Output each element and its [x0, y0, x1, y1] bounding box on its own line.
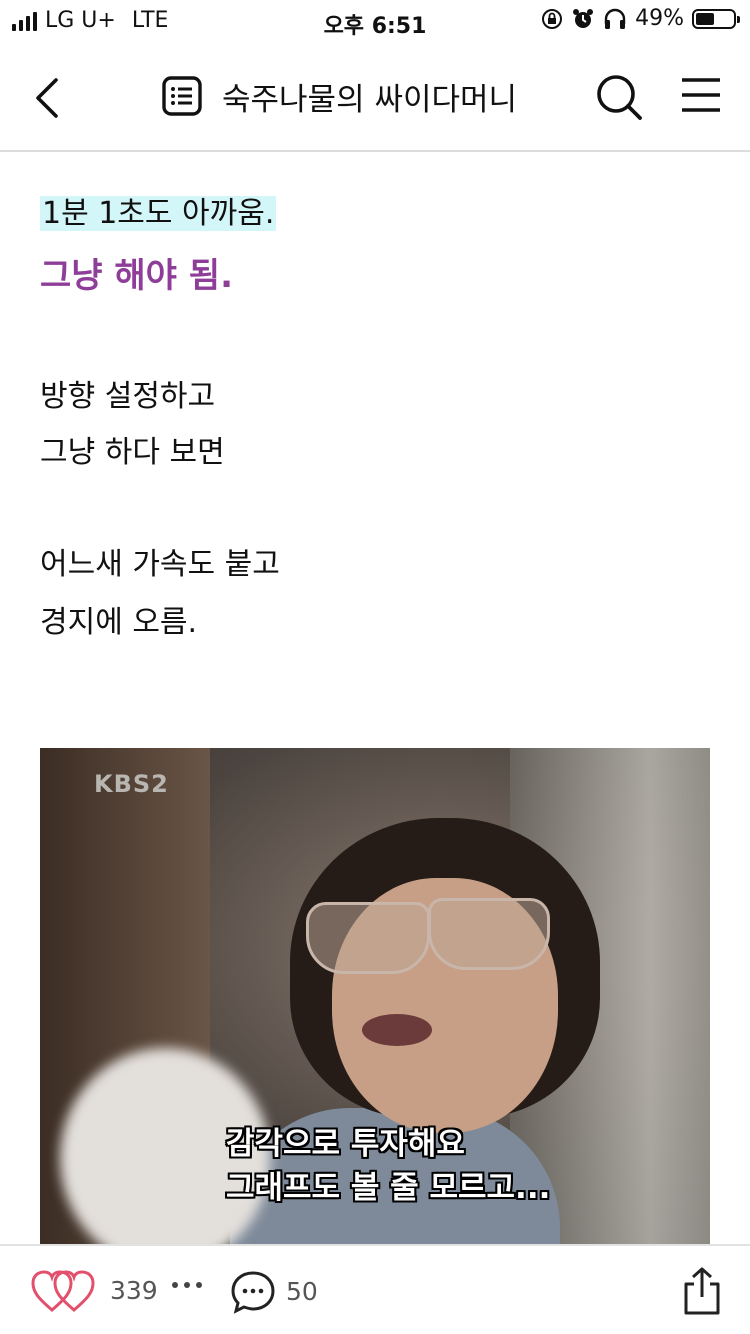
like-count: 339	[110, 1276, 158, 1305]
share-icon[interactable]	[680, 1266, 724, 1316]
paragraph1-line1: 방향 설정하고	[40, 379, 216, 414]
post-image[interactable]: KBS2 감각으로 투자해요 그래프도 볼 줄 모르고...	[40, 748, 710, 1246]
nav-title-group[interactable]: 숙주나물의 싸이다머니	[162, 74, 517, 118]
rotation-lock-icon	[542, 8, 563, 29]
emphasis-line: 그냥 해야 됨.	[40, 256, 233, 296]
image-subtitle-line1: 감각으로 투자해요	[226, 1126, 465, 1162]
image-subtitle-line2: 그래프도 볼 줄 모르고...	[226, 1170, 551, 1206]
paragraph1-line2: 그냥 하다 보면	[40, 435, 225, 470]
comment-count: 50	[286, 1277, 318, 1306]
status-bar: LG U+ LTE 오후 6:51 49%	[0, 0, 750, 44]
screen: LG U+ LTE 오후 6:51 49% 숙주나물의 싸이다머니 1분 1초도…	[0, 0, 750, 1334]
battery-cap	[737, 15, 740, 23]
search-icon[interactable]	[594, 72, 644, 122]
menu-icon[interactable]	[680, 77, 722, 113]
paragraph2-line1: 어느새 가속도 붙고	[40, 547, 280, 582]
battery-icon	[692, 8, 740, 29]
highlight-line: 1분 1초도 아까움.	[40, 194, 277, 234]
paragraph2-line2: 경지에 오름.	[40, 605, 198, 640]
broadcaster-logo: KBS2	[94, 770, 169, 798]
status-right: 49%	[541, 6, 740, 31]
image-sunglasses-right	[428, 898, 550, 970]
back-icon[interactable]	[26, 74, 70, 122]
bottom-toolbar: 339 50	[0, 1244, 750, 1334]
nav-bar: 숙주나물의 싸이다머니	[0, 44, 750, 152]
battery-percent: 49%	[635, 6, 684, 31]
alarm-icon	[573, 8, 594, 28]
headphones-icon	[604, 8, 626, 29]
comment-icon[interactable]	[230, 1270, 276, 1314]
battery-fill	[696, 12, 714, 25]
more-icon[interactable]	[172, 1282, 202, 1288]
heart-icon[interactable]	[30, 1268, 96, 1314]
highlight-text: 1분 1초도 아까움.	[40, 196, 277, 231]
list-icon	[162, 76, 202, 116]
image-person-lips	[362, 1014, 432, 1046]
image-sunglasses-left	[306, 902, 430, 974]
page-title: 숙주나물의 싸이다머니	[222, 81, 518, 118]
